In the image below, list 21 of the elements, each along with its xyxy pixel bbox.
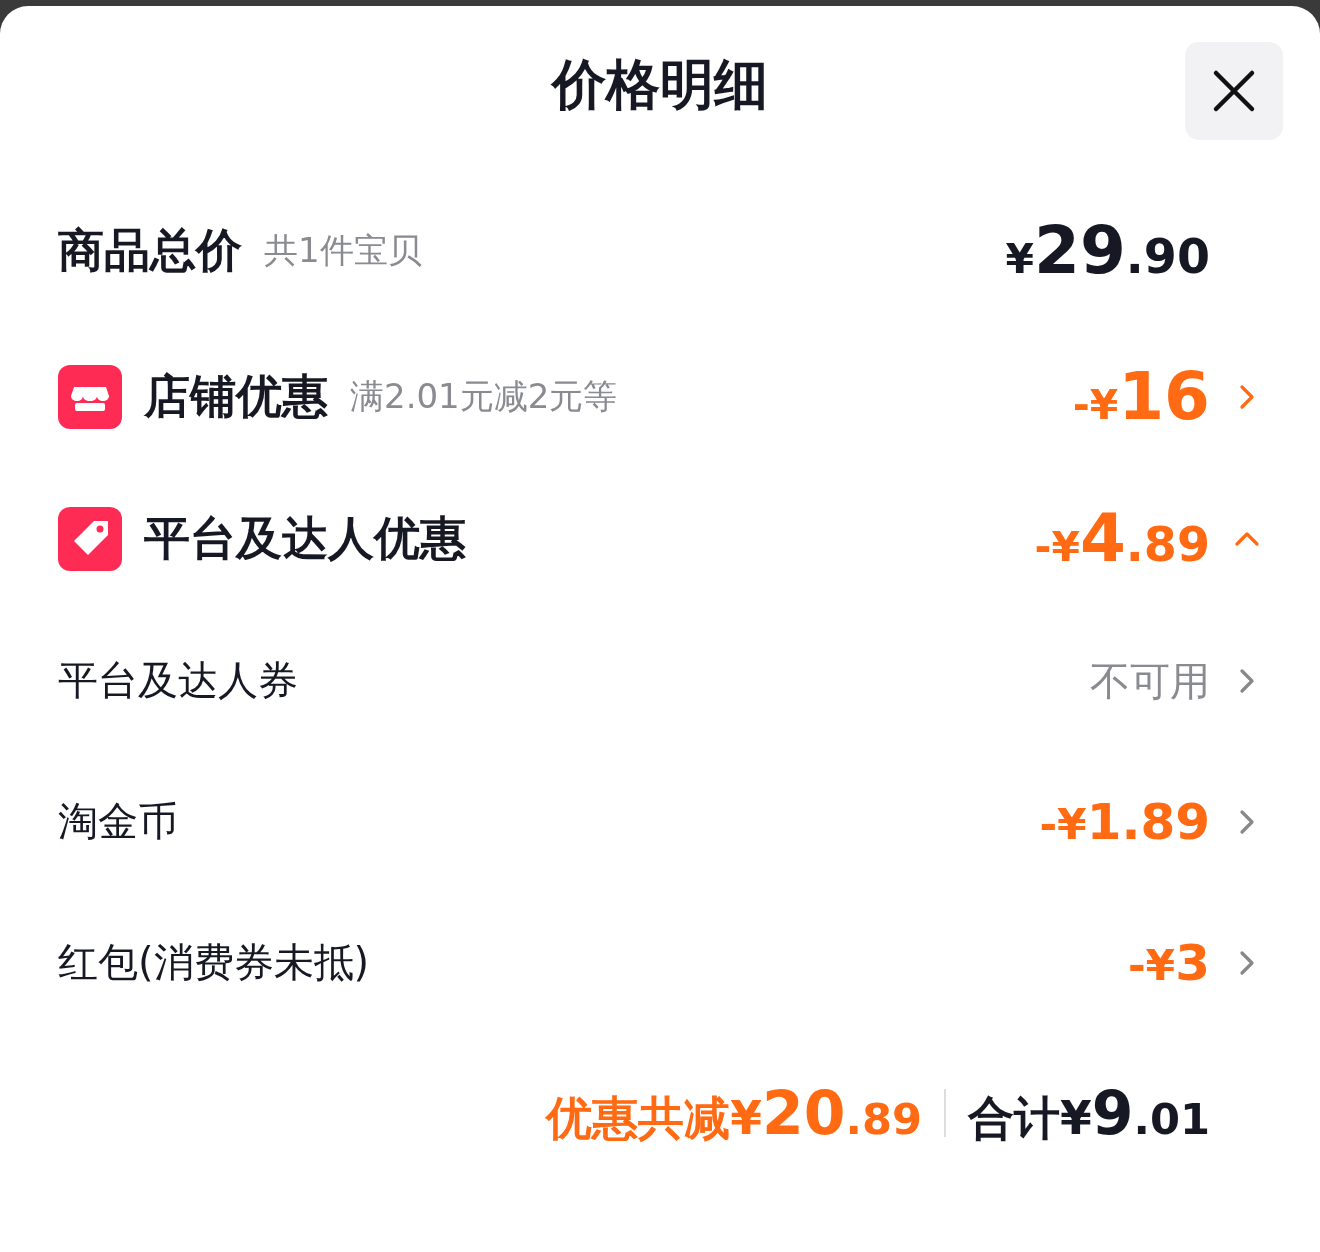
close-button[interactable] <box>1185 42 1283 140</box>
store-icon <box>58 365 122 429</box>
total-savings: 优惠共减¥20.89 <box>546 1083 922 1143</box>
row-label: 商品总价 <box>58 222 242 279</box>
discount-amount: -¥1.89 <box>1039 796 1210 847</box>
row-label: 平台及达人优惠 <box>144 510 466 567</box>
discount-amount: -¥4.89 <box>1034 506 1210 572</box>
row-note: 满2.01元减2元等 <box>350 375 618 418</box>
row-label: 平台及达人券 <box>58 656 298 705</box>
discount-amount: -¥16 <box>1072 364 1210 430</box>
row-label: 红包(消费券未抵) <box>58 938 370 987</box>
sheet-title: 价格明细 <box>552 51 768 118</box>
close-icon <box>1212 69 1256 113</box>
order-total: 合计¥9.01 <box>968 1083 1210 1143</box>
discount-amount: 不可用 <box>1090 660 1210 701</box>
row-note: 共1件宝贝 <box>264 229 422 272</box>
row-label: 店铺优惠 <box>144 368 328 425</box>
tag-icon <box>58 507 122 571</box>
row-label: 淘金币 <box>58 797 178 846</box>
total-price: ¥29.90 <box>1005 218 1210 284</box>
discount-amount: -¥3 <box>1128 937 1210 988</box>
